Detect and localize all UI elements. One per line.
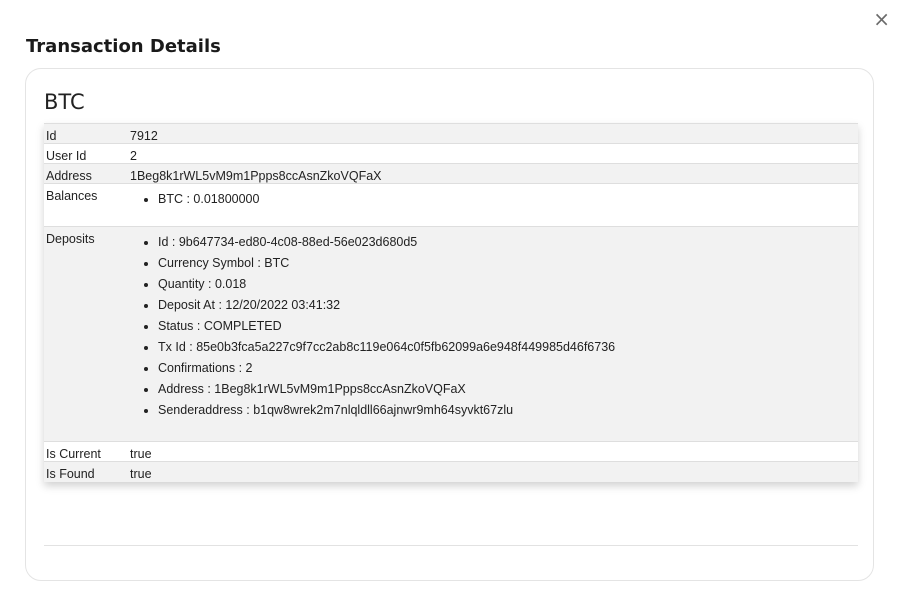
row-value: Id : 9b647734-ed80-4c08-88ed-56e023d680d…: [128, 226, 858, 442]
table-row-deposits: Deposits Id : 9b647734-ed80-4c08-88ed-56…: [44, 226, 858, 442]
divider: [44, 545, 858, 546]
table-row-address: Address 1Beg8k1rWL5vM9m1Ppps8ccAsnZkoVQF…: [44, 163, 858, 184]
list-item: Deposit At : 12/20/2022 03:41:32: [158, 295, 856, 316]
table-row-is-found: Is Found true: [44, 461, 858, 482]
row-value: 2: [128, 143, 858, 164]
table-row-is-current: Is Current true: [44, 441, 858, 462]
table-row-id: Id 7912: [44, 123, 858, 144]
card-title: BTC: [44, 90, 85, 114]
close-icon[interactable]: ×: [873, 8, 890, 30]
list-item: Currency Symbol : BTC: [158, 253, 856, 274]
list-item: BTC : 0.01800000: [158, 189, 856, 210]
list-item: Confirmations : 2: [158, 358, 856, 379]
list-item: Quantity : 0.018: [158, 274, 856, 295]
list-item: Id : 9b647734-ed80-4c08-88ed-56e023d680d…: [158, 232, 856, 253]
row-label: Address: [44, 163, 128, 184]
row-value: true: [128, 441, 858, 462]
table-row-balances: Balances BTC : 0.01800000: [44, 183, 858, 227]
row-value: 7912: [128, 123, 858, 144]
row-label: Deposits: [44, 226, 128, 442]
details-table-wrapper: Id 7912 User Id 2 Address 1Beg8k1rWL5vM9…: [44, 123, 858, 482]
list-item: Senderaddress : b1qw8wrek2m7nlqldll66ajn…: [158, 400, 856, 421]
balances-list: BTC : 0.01800000: [130, 189, 856, 226]
list-item: Address : 1Beg8k1rWL5vM9m1Ppps8ccAsnZkoV…: [158, 379, 856, 400]
row-label: User Id: [44, 143, 128, 164]
row-label: Id: [44, 123, 128, 144]
modal-title: Transaction Details: [26, 36, 221, 57]
row-label: Balances: [44, 183, 128, 227]
row-value: 1Beg8k1rWL5vM9m1Ppps8ccAsnZkoVQFaX: [128, 163, 858, 184]
row-value: BTC : 0.01800000: [128, 183, 858, 227]
row-label: Is Found: [44, 461, 128, 482]
table-row-user-id: User Id 2: [44, 143, 858, 164]
deposits-list: Id : 9b647734-ed80-4c08-88ed-56e023d680d…: [130, 232, 856, 441]
list-item: Tx Id : 85e0b3fca5a227c9f7cc2ab8c119e064…: [158, 337, 856, 358]
row-value: true: [128, 461, 858, 482]
list-item: Status : COMPLETED: [158, 316, 856, 337]
details-card: BTC Id 7912 User Id 2 Address 1Beg8k1rWL…: [25, 68, 874, 581]
row-label: Is Current: [44, 441, 128, 462]
details-table: Id 7912 User Id 2 Address 1Beg8k1rWL5vM9…: [44, 123, 858, 482]
